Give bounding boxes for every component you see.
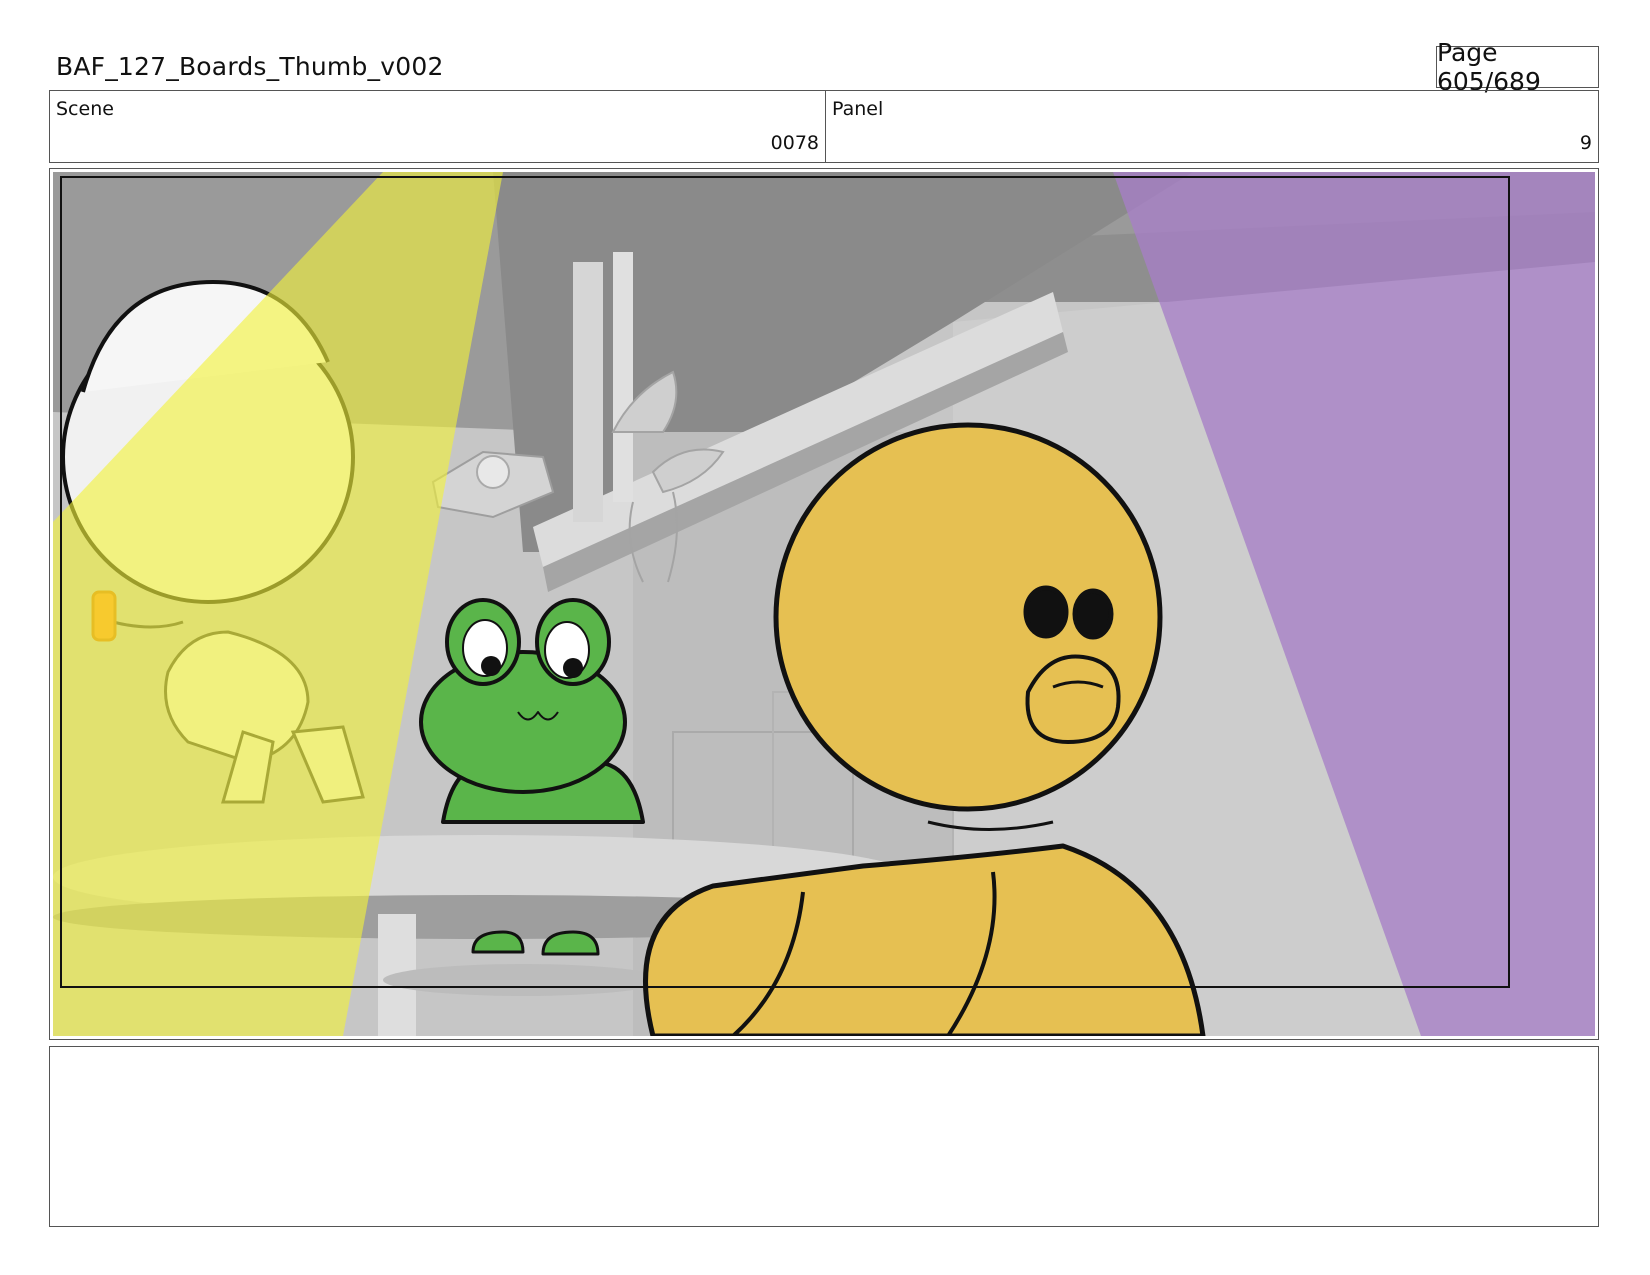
panel-number: 9 <box>1579 132 1592 154</box>
stool-top <box>383 964 663 996</box>
document-title: BAF_127_Boards_Thumb_v002 <box>56 52 444 81</box>
storyboard-artwork <box>53 172 1595 1036</box>
scene-panel-info-row: Scene 0078 Panel 9 <box>49 90 1599 163</box>
scene-number: 0078 <box>770 132 819 154</box>
panel-notes-box <box>49 1046 1599 1227</box>
scene-cell: Scene 0078 <box>50 91 826 162</box>
panel-cell: Panel 9 <box>826 91 1598 162</box>
page-indicator: Page 605/689 <box>1436 38 1599 96</box>
scene-label: Scene <box>56 98 114 120</box>
window-frame-right <box>613 252 633 502</box>
storyboard-frame <box>49 168 1599 1040</box>
panel-label: Panel <box>832 98 884 120</box>
window-frame-left <box>573 262 603 522</box>
